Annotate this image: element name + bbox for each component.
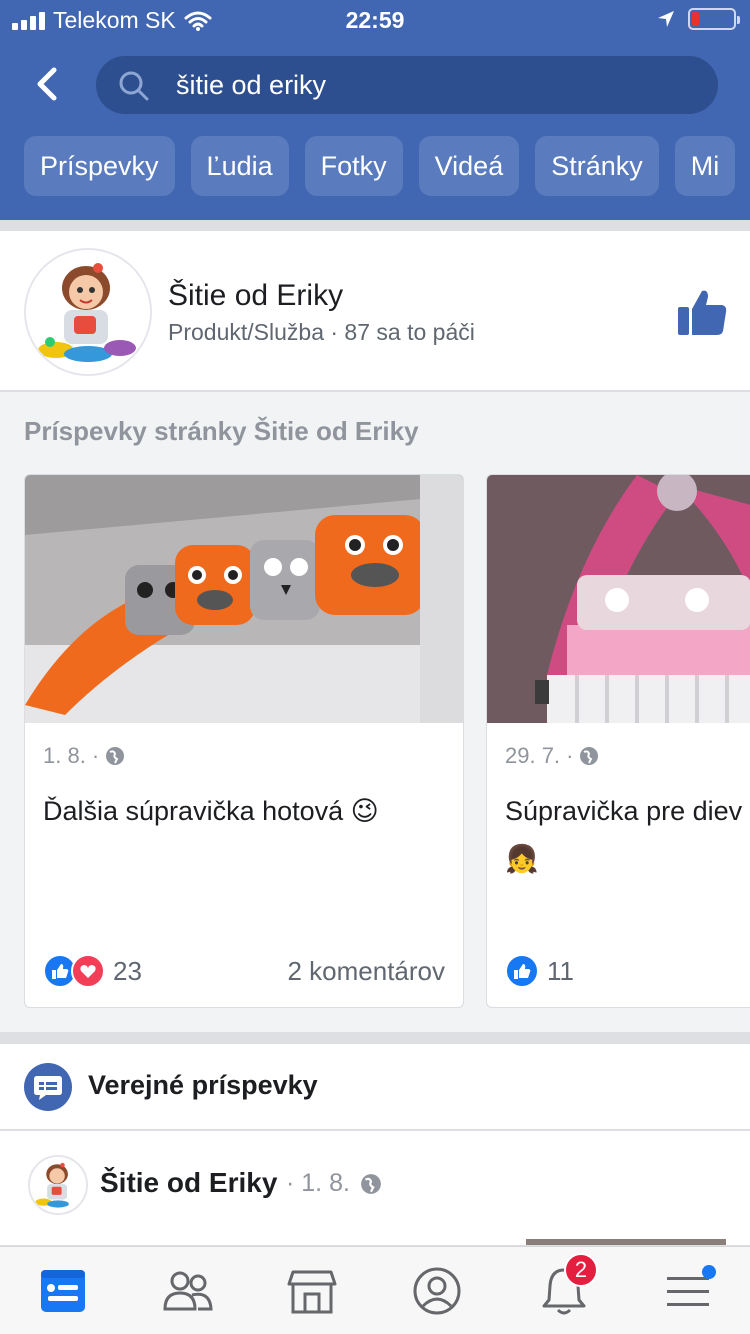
location-arrow-icon (658, 11, 674, 27)
clock: 22:59 (345, 7, 405, 33)
marketplace-icon (287, 1270, 337, 1314)
post-emoji: 👧 (505, 844, 539, 874)
post-photo[interactable] (25, 475, 463, 723)
back-arrow-icon[interactable] (28, 62, 68, 106)
post-date: · 1. 8. (286, 1169, 350, 1197)
tab-photos[interactable]: Fotky (304, 136, 403, 196)
post-card[interactable]: 29. 7. · Súpravička pre diev 👧 11 (486, 474, 750, 1008)
tab-marketplace[interactable] (282, 1263, 342, 1319)
post-text-line: Súpravička pre diev (505, 796, 743, 826)
tab-news-feed[interactable] (33, 1263, 93, 1319)
tab-profile[interactable] (407, 1263, 467, 1319)
post-text: Súpravička pre diev 👧 (505, 787, 750, 883)
battery-icon (688, 8, 740, 30)
sewing-girl-logo (30, 1157, 86, 1213)
menu-indicator-dot (702, 1265, 716, 1279)
search-icon (119, 71, 149, 101)
sewing-girl-logo (26, 250, 150, 374)
tab-notifications[interactable]: 2 (534, 1253, 598, 1319)
post-date: 29. 7. · (505, 743, 574, 768)
page-meta: Produkt/Služba · 87 sa to páči (168, 319, 475, 345)
search-query: šitie od eriky (176, 70, 327, 100)
author-name[interactable]: Šitie od Eriky (100, 1167, 277, 1199)
profile-icon (413, 1267, 461, 1315)
post-text: Ďalšia súpravička hotová 😉 (43, 796, 379, 826)
tab-videos[interactable]: Videá (418, 136, 520, 196)
status-bar: Telekom SK 22:59 (0, 0, 750, 44)
post-date: 1. 8. · (43, 743, 100, 768)
post-card[interactable]: 1. 8. · Ďalšia súpravička hotová 😉 23 2 … (24, 474, 464, 1008)
search-input[interactable]: šitie od eriky (96, 56, 718, 114)
page-avatar[interactable] (24, 248, 152, 376)
author-avatar[interactable] (28, 1155, 88, 1215)
like-page-icon[interactable] (676, 287, 728, 337)
tab-posts[interactable]: Príspevky (24, 136, 175, 196)
post-photo-preview[interactable] (526, 1239, 726, 1245)
page-name[interactable]: Šitie od Eriky (168, 279, 343, 313)
globe-icon (106, 747, 125, 765)
page-result[interactable]: Šitie od Eriky Produkt/Služba · 87 sa to… (0, 231, 750, 391)
notification-badge: 2 (564, 1253, 598, 1287)
page-posts-section: Príspevky stránky Šitie od Eriky 1. 8. ·… (0, 392, 750, 1032)
speech-bubble-icon (24, 1063, 72, 1111)
tab-pages[interactable]: Stránky (535, 136, 659, 196)
public-post[interactable]: Šitie od Eriky · 1. 8. (0, 1131, 750, 1245)
public-posts-header: Verejné príspevky (0, 1044, 750, 1130)
public-posts-title: Verejné príspevky (88, 1070, 318, 1100)
top-header: Telekom SK 22:59 šitie od eriky Príspevk… (0, 0, 750, 220)
tab-people[interactable]: Ľudia (190, 136, 289, 196)
filter-tabs: Príspevky Ľudia Fotky Videá Stránky Mi (24, 136, 736, 196)
section-title: Príspevky stránky Šitie od Eriky (24, 416, 419, 446)
friends-icon (163, 1271, 213, 1311)
tab-friends[interactable] (158, 1263, 218, 1319)
globe-icon (361, 1173, 381, 1194)
like-reaction-icon (505, 954, 539, 988)
bottom-tab-bar: 2 (0, 1246, 750, 1334)
tab-more[interactable]: Mi (674, 136, 736, 196)
love-reaction-icon (71, 954, 105, 988)
reaction-count[interactable]: 11 (547, 956, 574, 987)
comments-link[interactable]: 2 komentárov (287, 956, 445, 987)
post-photo[interactable] (487, 475, 750, 723)
news-feed-icon (41, 1270, 85, 1312)
reaction-count[interactable]: 23 (113, 956, 142, 987)
tab-menu[interactable] (658, 1263, 718, 1319)
globe-icon (580, 747, 599, 765)
